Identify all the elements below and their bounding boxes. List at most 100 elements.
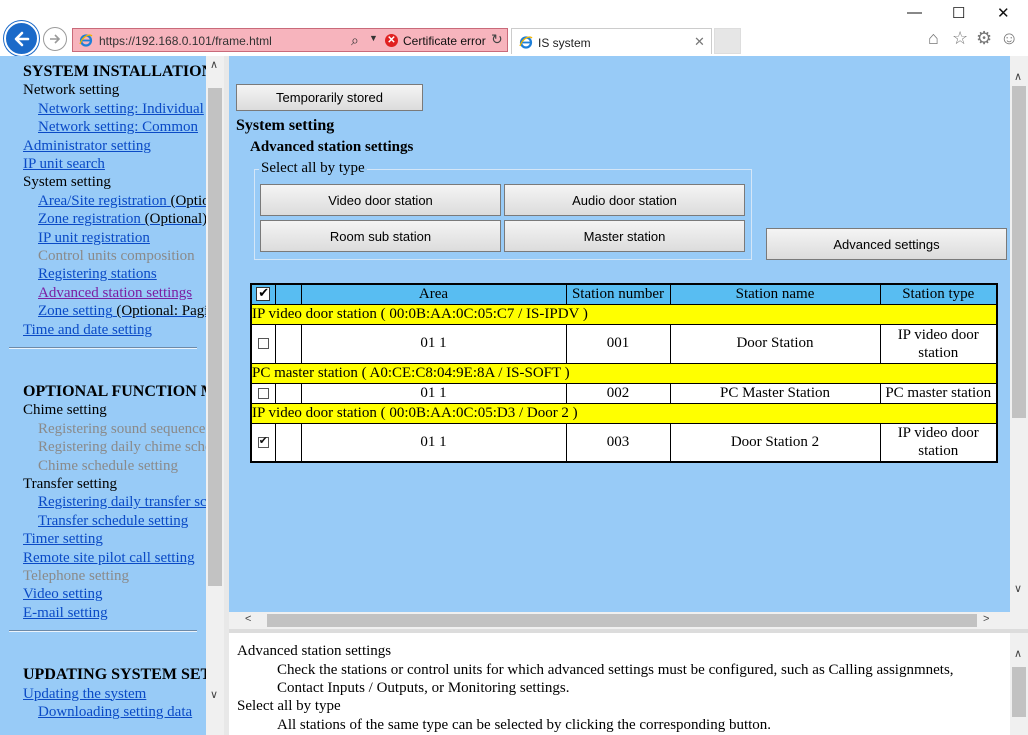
back-button[interactable] xyxy=(4,21,39,56)
nav-item-advanced-station-settings[interactable]: Advanced station settings xyxy=(38,284,192,302)
nav-item-transfer-schedule-setting[interactable]: Transfer schedule setting xyxy=(38,512,188,530)
nav-item-registering-daily-transfer-schedule[interactable]: Registering daily transfer schedule xyxy=(38,493,206,511)
audio-door-station-button[interactable]: Audio door station xyxy=(504,184,745,216)
nav-item-label: Registering daily chime schedule xyxy=(38,439,206,456)
nav-item-label: Updating the system xyxy=(23,685,147,702)
nav-item-transfer-setting: Transfer setting xyxy=(23,475,117,493)
search-icon[interactable]: ⌕ xyxy=(351,32,359,49)
nav-item-label: Transfer setting xyxy=(23,476,118,492)
chevron-down-icon[interactable]: ∨ xyxy=(210,688,218,701)
main-hscroll-thumb[interactable] xyxy=(267,614,977,627)
nav-item-telephone-setting: Telephone setting xyxy=(23,567,129,585)
row-checkbox-cell[interactable] xyxy=(250,422,276,463)
certificate-error-label[interactable]: Certificate error xyxy=(403,34,486,48)
select-all-legend: Select all by type xyxy=(259,160,367,177)
cell-area: 01 1 xyxy=(300,323,567,364)
select-all-checkbox-cell[interactable] xyxy=(250,283,276,305)
nav-item-system-setting: System setting xyxy=(23,173,111,191)
help-text: Contact Inputs / Outputs, or Monitoring … xyxy=(277,680,570,696)
select-all-checkbox[interactable] xyxy=(256,285,271,302)
help-text: All stations of the same type can be sel… xyxy=(277,717,772,733)
column-header: Station number xyxy=(565,283,671,305)
nav-item-label: Registering stations xyxy=(38,266,157,283)
nav-item-label: UPDATING SYSTEM SETTING xyxy=(23,666,206,684)
nav-item-video-setting[interactable]: Video setting xyxy=(23,585,103,603)
nav-item-network-setting-individual[interactable]: Network setting: Individual xyxy=(38,100,204,118)
certificate-error-icon[interactable]: ✕ xyxy=(385,34,398,47)
nav-item-zone-registration[interactable]: Zone registration (Optional) xyxy=(38,210,206,228)
tab-is-system[interactable]: IS system ✕ xyxy=(511,28,712,54)
room-sub-station-button[interactable]: Room sub station xyxy=(260,220,501,252)
minimize-icon[interactable]: — xyxy=(907,4,922,21)
nav-item-label: SYSTEM INSTALLATION xyxy=(23,63,206,80)
cell-number: 002 xyxy=(565,382,671,404)
main-scroll-thumb[interactable] xyxy=(1012,86,1026,418)
row-blank-cell xyxy=(274,422,302,463)
nav-item-label: Zone registration xyxy=(38,211,141,228)
gear-icon[interactable]: ⚙ xyxy=(976,29,992,47)
chevron-up-icon[interactable]: ∧ xyxy=(1014,70,1022,83)
master-station-button[interactable]: Master station xyxy=(504,220,745,252)
nav-item-ip-unit-search[interactable]: IP unit search xyxy=(23,155,105,173)
chevron-left-icon[interactable]: < xyxy=(245,613,251,625)
help-scroll-thumb[interactable] xyxy=(1012,667,1026,717)
close-icon[interactable]: ✕ xyxy=(694,34,705,50)
refresh-icon[interactable]: ↻ xyxy=(491,31,503,48)
nav-item-network-setting-common[interactable]: Network setting: Common xyxy=(38,118,198,136)
help-vertical-scrollbar[interactable]: ∧ xyxy=(1010,633,1028,735)
star-icon[interactable]: ☆ xyxy=(952,29,968,47)
help-frame: Advanced station settings Check the stat… xyxy=(229,633,1010,735)
chevron-down-icon[interactable]: ▼ xyxy=(369,33,378,43)
maximize-icon[interactable]: ☐ xyxy=(952,4,965,22)
advanced-settings-button[interactable]: Advanced settings xyxy=(766,228,1007,260)
chevron-up-icon[interactable]: ∧ xyxy=(210,58,218,71)
address-bar[interactable]: https://192.168.0.101/frame.html ⌕ ▼ ✕ C… xyxy=(72,28,508,52)
feedback-smiley-icon[interactable]: ☺ xyxy=(1000,29,1018,47)
forward-button[interactable] xyxy=(43,27,67,51)
nav-item-chime-schedule-setting: Chime schedule setting xyxy=(38,457,178,475)
new-tab-button[interactable] xyxy=(714,28,741,54)
nav-item-ip-unit-registration[interactable]: IP unit registration xyxy=(38,229,150,247)
nav-item-zone-setting[interactable]: Zone setting (Optional: Paging) xyxy=(38,302,206,320)
video-door-station-button[interactable]: Video door station xyxy=(260,184,501,216)
nav-item-administrator-setting[interactable]: Administrator setting xyxy=(23,137,151,155)
window-close-icon[interactable]: ✕ xyxy=(997,4,1010,22)
cell-number: 003 xyxy=(565,422,671,463)
main-vertical-scrollbar[interactable]: ∧ ∨ xyxy=(1010,56,1028,612)
help-title: Advanced station settings xyxy=(237,643,392,659)
station-group-label: IP video door station ( 00:0B:AA:0C:05:C… xyxy=(250,303,998,325)
nav-item-area-site-registration[interactable]: Area/Site registration (Optional) xyxy=(38,192,206,210)
table-row: 01 1003Door Station 2IP video door stati… xyxy=(250,422,998,463)
row-checkbox[interactable] xyxy=(257,338,269,350)
row-checkbox-cell[interactable] xyxy=(250,382,276,404)
column-header: Area xyxy=(300,283,567,305)
nav-scroll-thumb[interactable] xyxy=(208,88,222,586)
table-row: 01 1 001 Door Station IP video door station xyxy=(250,323,998,364)
row-checkbox[interactable] xyxy=(257,434,269,448)
chevron-right-icon[interactable]: > xyxy=(983,613,989,625)
nav-vertical-scrollbar[interactable]: ∧ ∨ xyxy=(206,56,224,735)
nav-item-timer-setting[interactable]: Timer setting xyxy=(23,530,103,548)
temporarily-stored-button[interactable]: Temporarily stored xyxy=(236,84,423,111)
nav-item-downloading-setting-data[interactable]: Downloading setting data xyxy=(38,703,192,721)
nav-item-registering-sound-sequence: Registering sound sequence xyxy=(38,420,205,438)
cell-area: 01 1 xyxy=(300,422,567,463)
table-row: 01 1 002 PC Master Station PC master statio… xyxy=(250,382,998,404)
nav-item-e-mail-setting[interactable]: E-mail setting xyxy=(23,604,108,622)
nav-item-label: Telephone setting xyxy=(23,568,130,584)
home-icon[interactable]: ⌂ xyxy=(928,29,939,47)
chevron-down-icon[interactable]: ∨ xyxy=(1014,582,1022,595)
ie-logo-icon xyxy=(519,36,533,49)
row-blank-cell xyxy=(274,323,302,364)
nav-item-time-and-date-setting[interactable]: Time and date setting xyxy=(23,321,152,339)
main-horizontal-scrollbar[interactable]: < > xyxy=(229,612,1028,629)
nav-item-updating-the-system[interactable]: Updating the system xyxy=(23,685,146,703)
station-group-row: IP video door station ( 00:0B:AA:0C:05:C… xyxy=(250,303,998,325)
nav-section-updating-system-setting: UPDATING SYSTEM SETTING xyxy=(23,666,206,684)
row-checkbox-cell[interactable] xyxy=(250,323,276,364)
cell-type: IP video door station xyxy=(879,422,998,463)
row-checkbox[interactable] xyxy=(257,387,269,399)
nav-item-registering-stations[interactable]: Registering stations xyxy=(38,265,157,283)
chevron-up-icon[interactable]: ∧ xyxy=(1014,647,1022,660)
nav-item-remote-site-pilot-call-setting[interactable]: Remote site pilot call setting xyxy=(23,549,195,567)
